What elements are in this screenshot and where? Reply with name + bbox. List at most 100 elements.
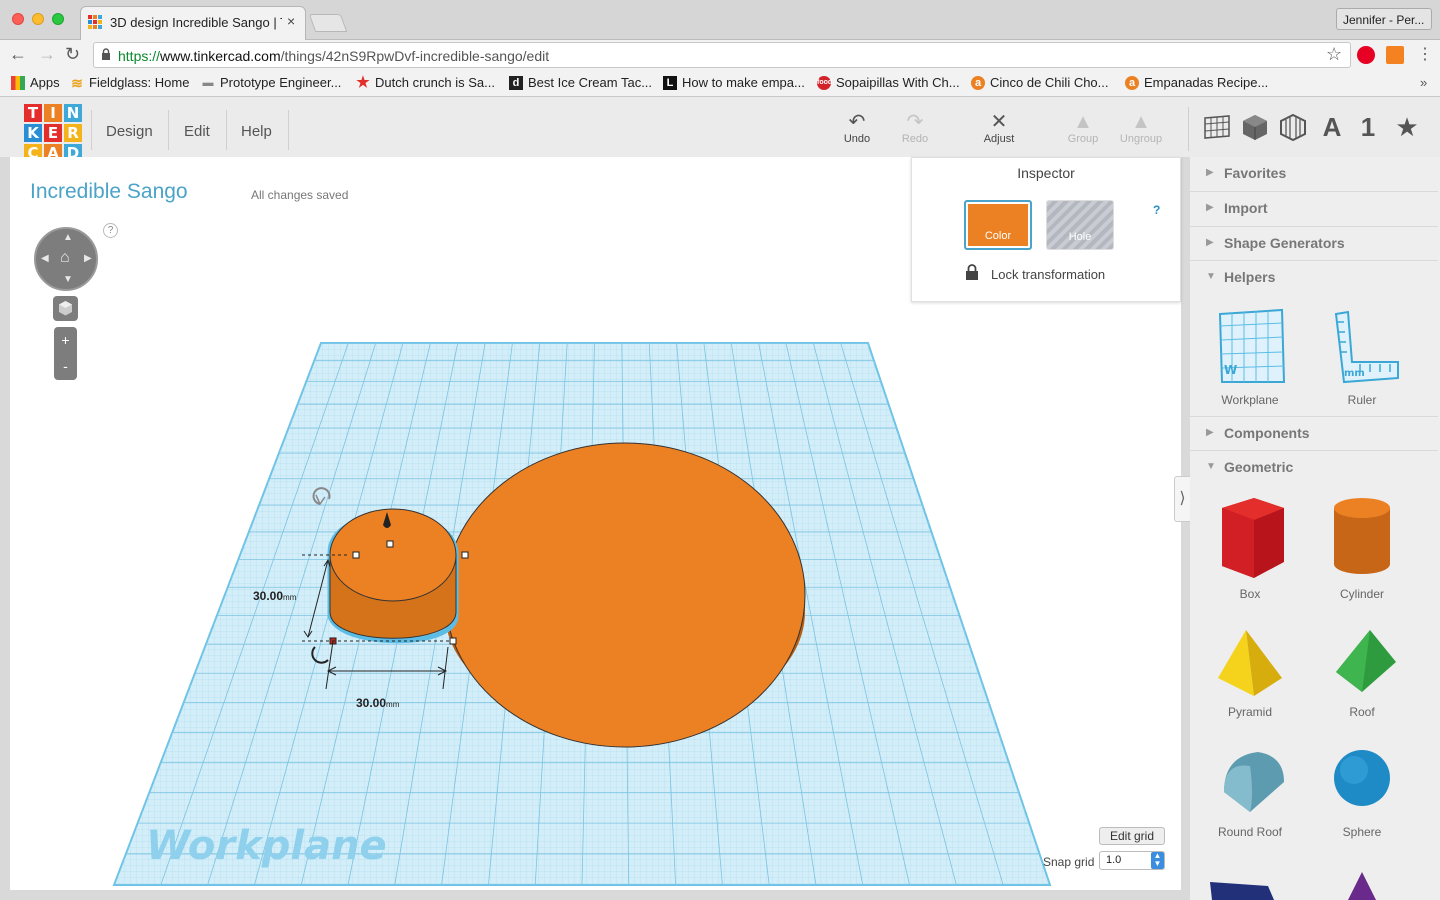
section-helpers[interactable]: ▼ Helpers <box>1190 260 1438 294</box>
shape-ruler[interactable]: mm Ruler <box>1312 306 1412 407</box>
browser-tab-title[interactable]: 3D design Incredible Sango | T <box>110 15 282 30</box>
bookmark-cinco-de-chili[interactable]: a Cinco de Chili Cho... <box>971 75 1109 90</box>
save-status: All changes saved <box>251 188 349 202</box>
svg-text:mm: mm <box>1344 368 1365 379</box>
shape-cylinder[interactable]: Cylinder <box>1312 494 1412 601</box>
shape-roof[interactable]: Roof <box>1312 626 1412 719</box>
bookmark-prototype-engineer[interactable]: ▬ Prototype Engineer... <box>201 75 342 90</box>
edit-grid-button[interactable]: Edit grid <box>1099 827 1165 845</box>
round-roof-shape-icon <box>1224 752 1284 812</box>
fieldglass-icon: ≋ <box>71 74 83 91</box>
reload-icon[interactable]: ↻ <box>65 44 80 65</box>
bookmark-star-icon[interactable]: ☆ <box>1326 44 1342 65</box>
window-close-button[interactable] <box>12 13 24 25</box>
bookmark-dutch-crunch[interactable]: ★ Dutch crunch is Sa... <box>356 75 495 91</box>
view-help-icon[interactable]: ? <box>103 223 118 238</box>
group-icon: ▲ <box>1073 111 1093 133</box>
bookmark-empanadas-how-to[interactable]: L How to make empa... <box>663 75 805 90</box>
cylinder-shape-icon <box>1334 498 1390 574</box>
pan-up-icon[interactable]: ▲ <box>63 232 73 243</box>
lock-transformation-label[interactable]: Lock transformation <box>991 267 1105 282</box>
panel-collapse-chevron-icon[interactable]: ⟩ <box>1174 476 1190 522</box>
zoom-out-icon[interactable]: - <box>54 353 77 379</box>
shape-round-roof[interactable]: Round Roof <box>1200 746 1300 839</box>
window-maximize-button[interactable] <box>52 13 64 25</box>
hole-swatch-label: Hole <box>1068 231 1092 243</box>
shape-pyramid[interactable]: Pyramid <box>1200 626 1300 719</box>
ruler-shape-icon: mm <box>1334 310 1399 384</box>
partial-purple-shape-icon[interactable] <box>1340 870 1384 900</box>
zoom-in-icon[interactable]: + <box>54 327 77 353</box>
ungroup-button[interactable]: ▲ Ungroup <box>1111 111 1171 145</box>
section-favorites[interactable]: ▶ Favorites <box>1190 157 1438 191</box>
box-shape-icon <box>1222 498 1284 578</box>
adjust-button[interactable]: ✕ Adjust <box>969 111 1029 145</box>
design-title[interactable]: Incredible Sango <box>30 180 188 204</box>
cube-icon[interactable] <box>1240 112 1270 142</box>
bookmark-empanadas-recipe[interactable]: a Empanadas Recipe... <box>1125 75 1268 90</box>
view-pan-control[interactable]: ▲ ▼ ◀ ▶ ⌂ <box>34 227 98 291</box>
grid-icon[interactable] <box>1202 112 1232 142</box>
bookmark-apps[interactable]: Apps <box>11 75 60 90</box>
inspector-title: Inspector <box>1017 165 1075 181</box>
logo-letter: R <box>64 124 82 142</box>
pan-right-icon[interactable]: ▶ <box>84 253 92 264</box>
section-shape-generators[interactable]: ▶ Shape Generators <box>1190 226 1438 260</box>
section-components[interactable]: ▶ Components <box>1190 416 1438 450</box>
text-shapes-tab[interactable]: A <box>1317 112 1347 142</box>
inspector-help-icon[interactable]: ? <box>1153 203 1160 217</box>
section-import[interactable]: ▶ Import <box>1190 191 1438 225</box>
group-button[interactable]: ▲ Group <box>1053 111 1113 145</box>
undo-button[interactable]: ↶ Undo <box>827 111 887 145</box>
collapse-triangle-icon: ▼ <box>1206 461 1216 472</box>
pan-down-icon[interactable]: ▼ <box>63 274 73 285</box>
back-arrow-icon[interactable]: ← <box>9 44 27 65</box>
hole-swatch-button[interactable]: Hole <box>1046 200 1114 250</box>
tab-close-icon[interactable]: × <box>287 13 295 29</box>
workplane-shape-icon: W <box>1218 308 1286 383</box>
orange-disc-shape[interactable] <box>444 442 806 748</box>
home-icon[interactable]: ⌂ <box>60 249 70 267</box>
snap-grid-stepper-icon[interactable]: ▲ ▼ <box>1151 852 1164 869</box>
profile-button[interactable]: Jennifer - Per... <box>1336 8 1432 30</box>
new-tab-button[interactable] <box>308 14 348 32</box>
redo-button[interactable]: ↷ Redo <box>885 111 945 145</box>
pan-left-icon[interactable]: ◀ <box>41 253 49 264</box>
menu-divider <box>168 110 169 150</box>
fit-view-cube-icon[interactable] <box>53 296 78 321</box>
toolbar-divider <box>1188 107 1189 151</box>
shape-sphere[interactable]: Sphere <box>1312 746 1412 839</box>
dash-icon: ▬ <box>202 76 214 89</box>
orange-circle-icon: a <box>1125 75 1139 90</box>
logo-letter: N <box>64 104 82 122</box>
menu-help[interactable]: Help <box>241 123 272 140</box>
forward-arrow-icon[interactable]: → <box>38 44 56 65</box>
pinterest-extension-icon[interactable] <box>1357 46 1375 64</box>
bookmark-fieldglass[interactable]: ≋ Fieldglass: Home <box>70 75 189 90</box>
window-minimize-button[interactable] <box>32 13 44 25</box>
selected-cylinder-shape[interactable] <box>327 508 459 644</box>
expand-triangle-icon: ▶ <box>1206 427 1214 438</box>
partial-blue-shape-icon[interactable] <box>1208 876 1278 900</box>
browser-menu-icon[interactable]: ⋮ <box>1417 44 1433 64</box>
expand-triangle-icon: ▶ <box>1206 167 1214 178</box>
section-geometric[interactable]: ▼ Geometric <box>1190 450 1438 484</box>
rss-extension-icon[interactable] <box>1386 46 1404 64</box>
menu-design[interactable]: Design <box>106 123 153 140</box>
apps-grid-icon <box>11 75 25 90</box>
bookmark-sopaipillas[interactable]: food Sopaipillas With Ch... <box>817 75 960 90</box>
bookmark-ice-cream[interactable]: d Best Ice Cream Tac... <box>509 75 652 90</box>
number-shapes-tab[interactable]: 1 <box>1353 112 1383 142</box>
color-swatch-button[interactable]: Color <box>964 200 1032 250</box>
url-text[interactable]: https://www.tinkercad.com/things/42nS9Rp… <box>118 48 549 64</box>
tinkercad-logo[interactable]: T I N K E R C A D <box>24 104 82 162</box>
shape-workplane[interactable]: W Workplane <box>1200 306 1300 407</box>
shape-box[interactable]: Box <box>1200 494 1300 601</box>
redo-icon: ↷ <box>906 111 924 133</box>
expand-triangle-icon: ▶ <box>1206 237 1214 248</box>
menu-edit[interactable]: Edit <box>184 123 210 140</box>
lock-icon[interactable] <box>965 264 979 280</box>
bookmarks-overflow-icon[interactable]: » <box>1420 75 1427 90</box>
striped-cube-icon[interactable] <box>1278 112 1308 142</box>
symbols-star-icon[interactable]: ★ <box>1392 112 1422 142</box>
